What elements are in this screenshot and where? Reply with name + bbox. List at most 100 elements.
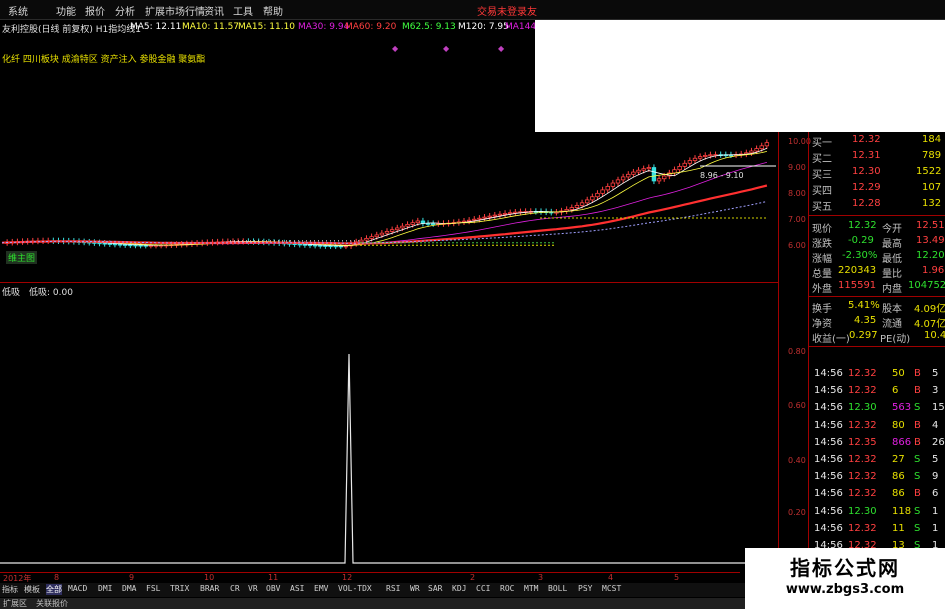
tab-vol-tdx[interactable]: VOL-TDX	[338, 584, 372, 593]
blank-region	[535, 20, 945, 132]
menu-overflow[interactable]: 友	[527, 3, 537, 18]
menu-ext-market[interactable]: 扩展市场行情	[145, 3, 205, 18]
bid2-label: 买二	[812, 154, 832, 165]
related-quote-tab[interactable]: 关联报价	[36, 598, 68, 609]
tick-n: 6	[932, 488, 939, 499]
candle-body	[662, 175, 667, 180]
tab-cci[interactable]: CCI	[476, 584, 490, 593]
bid4-label: 买四	[812, 186, 832, 197]
tab-mtm[interactable]: MTM	[524, 584, 538, 593]
time-label: 10	[204, 573, 215, 582]
time-label: 3	[538, 573, 544, 582]
price-tick: 8.00	[788, 189, 806, 198]
divider	[808, 346, 945, 347]
price-value: 12.32	[848, 220, 877, 231]
candle-body	[379, 232, 385, 236]
osc-tick: 0.80	[788, 347, 806, 356]
tab-emv[interactable]: EMV	[314, 584, 328, 593]
candle-body	[112, 243, 118, 246]
menu-system[interactable]: 系统	[8, 3, 28, 18]
tab-dma[interactable]: DMA	[122, 584, 136, 593]
tab-asi[interactable]: ASI	[290, 584, 304, 593]
bid4-vol: 107	[922, 182, 942, 193]
menu-function[interactable]: 功能	[56, 3, 76, 18]
tab-模板[interactable]: 模板	[24, 584, 40, 595]
candle-body	[482, 216, 487, 219]
tick-n: 1	[932, 506, 939, 517]
main-chart-tag[interactable]: 维主图	[6, 251, 38, 264]
tab-macd[interactable]: MACD	[68, 584, 87, 593]
tick-n: 9	[932, 471, 939, 482]
tab-brar[interactable]: BRAR	[200, 584, 219, 593]
candle-body	[615, 179, 621, 184]
tab-全部[interactable]: 全部	[46, 584, 62, 595]
candle-body	[425, 222, 431, 225]
candle-body	[477, 217, 482, 220]
indicator-tabs: 指标 模板 全部 MACD DMI DMA FSL TRIX BRAR CR VR OBV ASI EMV…	[0, 583, 745, 597]
change-value: -0.29	[848, 235, 874, 246]
ma144-value: MA144	[505, 22, 537, 32]
bid3-price[interactable]: 12.30	[852, 166, 881, 177]
tick-vol: 866	[892, 437, 912, 448]
candle-body	[128, 244, 133, 247]
tab-dmi[interactable]: DMI	[98, 584, 112, 593]
tab-vr[interactable]: VR	[248, 584, 258, 593]
menu-analysis[interactable]: 分析	[115, 3, 135, 18]
ma15-value: MA15: 11.10	[238, 22, 296, 32]
menu-help[interactable]: 帮助	[263, 3, 283, 18]
open-value: 12.51	[916, 220, 945, 231]
candle-body	[107, 243, 112, 245]
price-label: 现价	[812, 224, 832, 235]
tab-psy[interactable]: PSY	[578, 584, 592, 593]
ma-line	[1, 151, 767, 246]
tab-cr[interactable]: CR	[230, 584, 240, 593]
ma120-value: M120: 7.95	[458, 22, 509, 32]
kline-chart[interactable]	[0, 132, 778, 282]
candle-body	[359, 239, 364, 243]
candle-body	[410, 222, 415, 225]
candle-body	[646, 167, 651, 170]
ext-area-tab[interactable]: 扩展区	[3, 598, 27, 609]
tab-指标[interactable]: 指标	[2, 584, 18, 595]
candle-body	[600, 189, 605, 194]
eps-value: 0.297	[849, 330, 878, 341]
candle-body	[672, 169, 677, 174]
tick-bs: S	[914, 454, 921, 465]
bid4-price[interactable]: 12.29	[852, 182, 881, 193]
bid5-label: 买五	[812, 202, 832, 213]
menu-tools[interactable]: 工具	[233, 3, 253, 18]
concept-tags: 化纤 四川板块 成渝特区 资产注入 参股金融 聚氨酯	[2, 55, 206, 65]
oscillator-chart[interactable]	[0, 282, 778, 572]
tab-kdj[interactable]: KDJ	[452, 584, 466, 593]
tick-n: 5	[932, 454, 939, 465]
tab-trix[interactable]: TRIX	[170, 584, 189, 593]
tab-wr[interactable]: WR	[410, 584, 420, 593]
tick-time: 14:56	[814, 420, 843, 431]
tab-boll[interactable]: BOLL	[548, 584, 567, 593]
low-label: 最低	[882, 254, 902, 265]
tab-mcst[interactable]: MCST	[602, 584, 621, 593]
bid2-price[interactable]: 12.31	[852, 150, 881, 161]
marker-dot: ◆	[443, 44, 450, 53]
outer-value: 115591	[838, 280, 877, 291]
tab-roc[interactable]: ROC	[500, 584, 514, 593]
turnover-label: 换手	[812, 304, 832, 315]
bid1-price[interactable]: 12.32	[852, 134, 881, 145]
time-label: 11	[268, 573, 279, 582]
osc-tick: 0.40	[788, 456, 806, 465]
bid5-price[interactable]: 12.28	[852, 198, 881, 209]
marker-dot: ◆	[498, 44, 505, 53]
trade-login-link[interactable]: 交易未登录	[477, 3, 527, 18]
float-value: 4.07亿	[914, 319, 945, 330]
menu-news[interactable]: 资讯	[204, 3, 224, 18]
tick-vol: 27	[892, 454, 905, 465]
pe-label: PE(动)	[880, 334, 911, 345]
menu-quote[interactable]: 报价	[85, 3, 105, 18]
tab-fsl[interactable]: FSL	[146, 584, 160, 593]
volume-value: 220343	[838, 265, 877, 276]
high-label: 最高	[882, 239, 902, 250]
tab-sar[interactable]: SAR	[428, 584, 442, 593]
tab-rsi[interactable]: RSI	[386, 584, 400, 593]
candle-body	[374, 234, 379, 238]
tab-obv[interactable]: OBV	[266, 584, 280, 593]
